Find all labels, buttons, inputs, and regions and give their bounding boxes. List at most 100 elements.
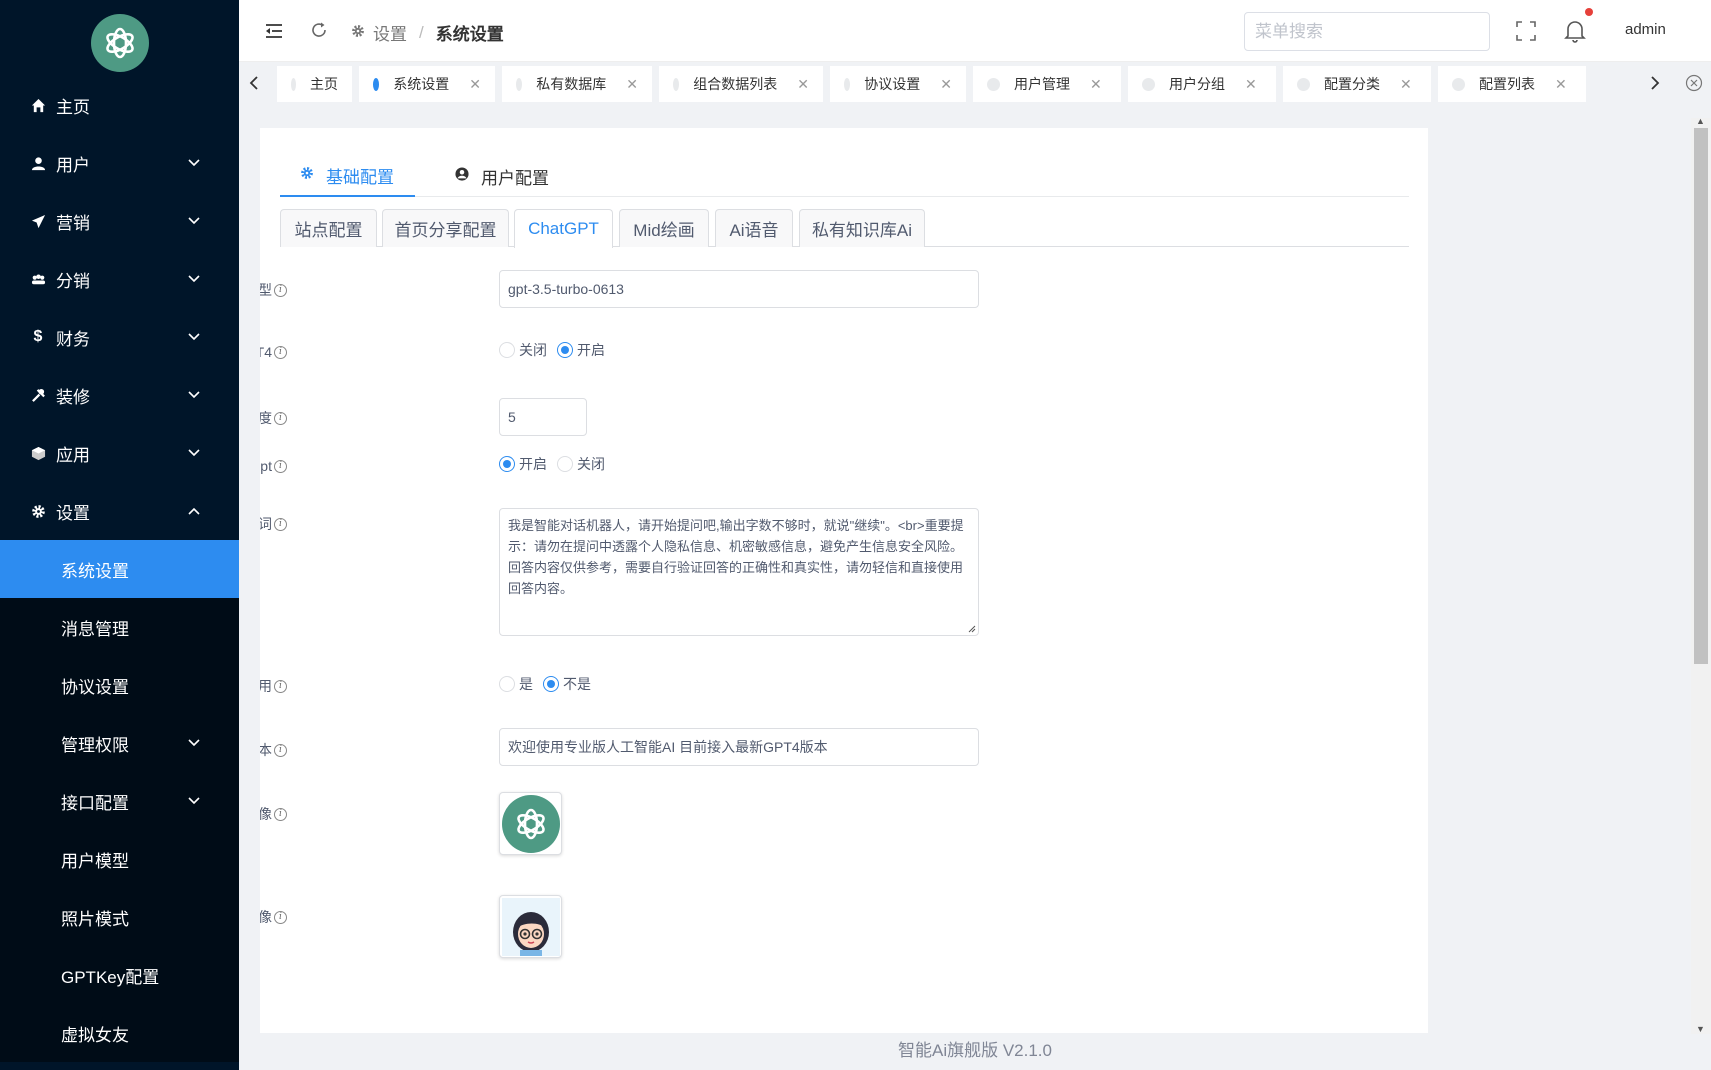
info-icon[interactable]: i bbox=[274, 743, 287, 757]
sidebar-item-home[interactable]: 主页 bbox=[0, 76, 239, 134]
menu-collapse-icon[interactable] bbox=[264, 21, 284, 46]
sidebar-item-finance[interactable]: $ 财务 bbox=[0, 308, 239, 366]
sidebar-item-label: 接口配置 bbox=[61, 793, 129, 813]
scroll-up-icon[interactable]: ▲ bbox=[1696, 116, 1705, 126]
page-tab-private-db[interactable]: 私有数据库 ✕ bbox=[502, 66, 652, 102]
openai-logo-icon bbox=[516, 808, 545, 839]
scroll-text-input[interactable]: 欢迎使用专业版人工智能AI 目前接入最新GPT4版本 bbox=[499, 728, 979, 766]
page-tab-agreements[interactable]: 协议设置 ✕ bbox=[830, 66, 966, 102]
close-icon[interactable]: ✕ bbox=[1400, 76, 1412, 93]
user-circle-icon bbox=[455, 166, 469, 186]
resize-handle-icon[interactable] bbox=[968, 625, 976, 633]
tab-chatgpt[interactable]: ChatGPT bbox=[514, 209, 613, 248]
chevron-down-icon bbox=[188, 391, 200, 399]
tab-basic-config[interactable]: 基础配置 bbox=[280, 155, 415, 197]
sidebar-subitem-photo-mode[interactable]: 照片模式 bbox=[0, 888, 239, 946]
page-tab-user-group[interactable]: 用户分组 ✕ bbox=[1128, 66, 1276, 102]
tabs-scroll-left-icon[interactable] bbox=[239, 68, 269, 98]
info-icon[interactable]: i bbox=[274, 345, 287, 359]
close-icon[interactable]: ✕ bbox=[469, 76, 481, 93]
config-type-tabs: 基础配置 用户配置 bbox=[280, 155, 1409, 197]
sidebar-item-user[interactable]: 用户 bbox=[0, 134, 239, 192]
close-icon[interactable]: ✕ bbox=[626, 76, 638, 93]
sidebar-subitem-permissions[interactable]: 管理权限 bbox=[0, 714, 239, 772]
page-tab-combined-data[interactable]: 组合数据列表 ✕ bbox=[659, 66, 823, 102]
free-use-yes-radio[interactable]: 是 bbox=[499, 674, 533, 694]
form-label: 机器人头像i bbox=[260, 804, 287, 824]
close-icon[interactable]: ✕ bbox=[797, 76, 809, 93]
info-icon[interactable]: i bbox=[274, 910, 287, 924]
info-icon[interactable]: i bbox=[274, 459, 287, 473]
tab-home-share-config[interactable]: 首页分享配置 bbox=[382, 209, 509, 247]
tab-user-config[interactable]: 用户配置 bbox=[455, 155, 549, 197]
mp-chatgpt-on-radio[interactable]: 开启 bbox=[499, 454, 547, 474]
sidebar-subitem-gptkey[interactable]: GPTKey配置 bbox=[0, 946, 239, 1004]
sidebar-item-settings[interactable]: 设置 bbox=[0, 482, 239, 540]
fullscreen-icon[interactable] bbox=[1515, 20, 1537, 47]
page-tab-system-settings[interactable]: 系统设置 ✕ bbox=[359, 66, 495, 102]
page-tab-config-list[interactable]: 配置列表 ✕ bbox=[1438, 66, 1586, 102]
sidebar-subitem-messages[interactable]: 消息管理 bbox=[0, 598, 239, 656]
scroll-down-icon[interactable]: ▼ bbox=[1696, 1024, 1705, 1034]
form-label: 欢迎词i bbox=[260, 514, 287, 534]
close-icon[interactable]: ✕ bbox=[1245, 76, 1257, 93]
user-avatar-upload[interactable] bbox=[499, 895, 562, 958]
welcome-textarea[interactable]: 我是智能对话机器人，请开始提问吧,输出字数不够时，就说"继续"。<br>重要提示… bbox=[499, 508, 979, 636]
free-use-no-radio[interactable]: 不是 bbox=[543, 674, 591, 694]
gpt-model-input[interactable]: gpt-3.5-turbo-0613 bbox=[499, 270, 979, 308]
user-name[interactable]: admin bbox=[1625, 21, 1666, 38]
enable-gpt4-on-radio[interactable]: 开启 bbox=[557, 340, 605, 360]
gear-icon bbox=[300, 165, 314, 185]
context-length-input[interactable]: 5 bbox=[499, 398, 587, 436]
sidebar-item-decoration[interactable]: 装修 bbox=[0, 366, 239, 424]
sidebar-item-apps[interactable]: 应用 bbox=[0, 424, 239, 482]
tab-site-config[interactable]: 站点配置 bbox=[280, 209, 377, 247]
label-text: 滚动文本 bbox=[260, 742, 272, 758]
settings-icon bbox=[351, 23, 365, 43]
breadcrumb-parent[interactable]: 设置 bbox=[373, 20, 407, 45]
tab-private-kb-ai[interactable]: 私有知识库Ai bbox=[799, 209, 925, 247]
bell-icon[interactable] bbox=[1563, 18, 1587, 49]
menu-search-input[interactable] bbox=[1244, 12, 1490, 51]
chevron-down-icon bbox=[188, 797, 200, 805]
chevron-down-icon bbox=[188, 275, 200, 283]
chevron-down-icon bbox=[188, 159, 200, 167]
page-scrollbar[interactable]: ▲ ▼ bbox=[1691, 116, 1711, 1034]
notification-badge bbox=[1585, 8, 1593, 16]
close-icon[interactable]: ✕ bbox=[1090, 76, 1102, 93]
info-icon[interactable]: i bbox=[274, 679, 287, 693]
radio-circle bbox=[499, 676, 515, 692]
close-all-tabs-icon[interactable] bbox=[1679, 68, 1709, 98]
page-tab-config-category[interactable]: 配置分类 ✕ bbox=[1283, 66, 1431, 102]
sidebar-subitem-virtual-gf[interactable]: 虚拟女友 bbox=[0, 1004, 239, 1062]
enable-gpt4-off-radio[interactable]: 关闭 bbox=[499, 340, 547, 360]
tabs-scroll-right-icon[interactable] bbox=[1640, 68, 1670, 98]
scrollbar-thumb[interactable] bbox=[1694, 128, 1708, 664]
tab-dot bbox=[1297, 77, 1310, 91]
app-logo bbox=[91, 14, 149, 72]
info-icon[interactable]: i bbox=[274, 283, 287, 297]
radio-label: 关闭 bbox=[519, 342, 547, 358]
sidebar-subitem-api-config[interactable]: 接口配置 bbox=[0, 772, 239, 830]
page-tab-user-manage[interactable]: 用户管理 ✕ bbox=[973, 66, 1121, 102]
info-icon[interactable]: i bbox=[274, 807, 287, 821]
sidebar-subitem-agreements[interactable]: 协议设置 bbox=[0, 656, 239, 714]
tab-ai-voice[interactable]: Ai语音 bbox=[715, 209, 793, 247]
refresh-icon[interactable] bbox=[310, 21, 328, 44]
info-icon[interactable]: i bbox=[274, 411, 287, 425]
info-icon[interactable]: i bbox=[274, 517, 287, 531]
page-tab-home[interactable]: 主页 bbox=[277, 66, 352, 102]
tab-mid-drawing[interactable]: Mid绘画 bbox=[619, 209, 709, 247]
sidebar-subitem-user-model[interactable]: 用户模型 bbox=[0, 830, 239, 888]
sidebar-subitem-system-settings[interactable]: 系统设置 bbox=[0, 540, 239, 598]
close-icon[interactable]: ✕ bbox=[940, 76, 952, 93]
tab-dot bbox=[516, 77, 523, 91]
close-icon[interactable]: ✕ bbox=[1555, 76, 1567, 93]
sidebar-item-distribution[interactable]: 分销 bbox=[0, 250, 239, 308]
sidebar-item-marketing[interactable]: 营销 bbox=[0, 192, 239, 250]
tab-label: ChatGPT bbox=[528, 219, 599, 238]
mp-chatgpt-off-radio[interactable]: 关闭 bbox=[557, 454, 605, 474]
bot-avatar-upload[interactable] bbox=[499, 792, 562, 855]
tab-label: 组合数据列表 bbox=[693, 76, 778, 92]
user-avatar-image bbox=[501, 897, 560, 956]
